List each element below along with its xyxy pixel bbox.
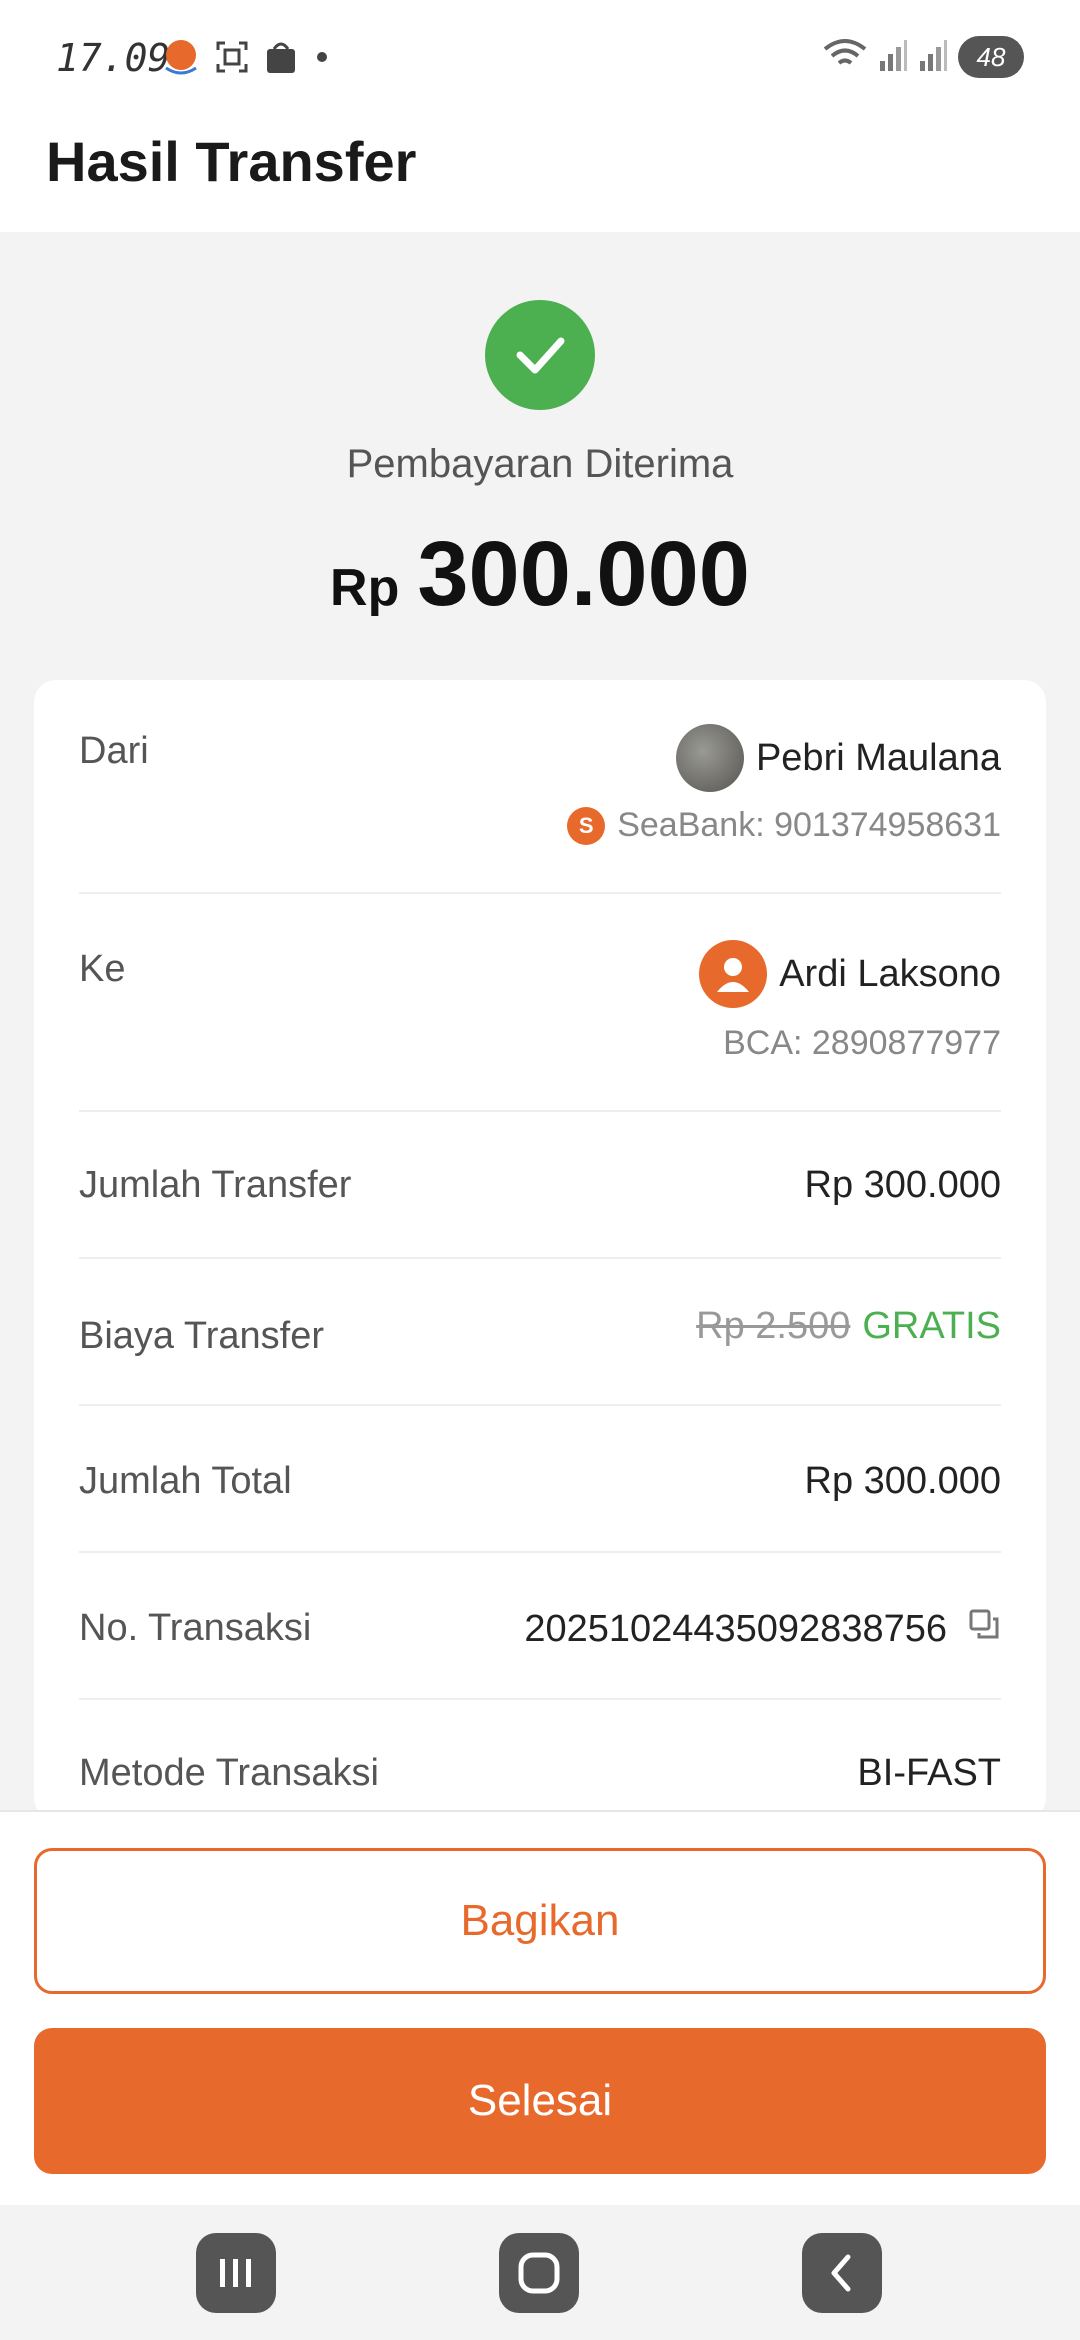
transaction-method-label: Metode Transaksi (79, 1752, 379, 1794)
recipient-name: Ardi Laksono (779, 952, 1001, 995)
to-label: Ke (79, 948, 126, 990)
signal-icon-1 (878, 37, 908, 78)
system-icons: 48 (822, 36, 1024, 78)
status-bar: 17.09 48 (0, 0, 1080, 115)
total-value: Rp 300.000 (804, 1460, 1002, 1502)
recent-apps-button[interactable] (196, 2233, 276, 2313)
success-check-icon (485, 300, 595, 410)
transaction-method-value: BI-FAST (857, 1752, 1001, 1794)
bottom-action-panel: Bagikan Selesai (0, 1810, 1080, 2205)
dot-icon (312, 47, 332, 72)
amount-currency: Rp (330, 559, 400, 617)
transaction-number-group: 20251024435092838756 (524, 1607, 1001, 1651)
recipient-account: BCA: 2890877977 (723, 1024, 1001, 1062)
from-label: Dari (79, 730, 149, 772)
row-transaction-number: No. Transaksi 20251024435092838756 (79, 1553, 1001, 1700)
home-button[interactable] (499, 2233, 579, 2313)
free-fee-badge: GRATIS (862, 1305, 1001, 1347)
amount-display: Rp 300.000 (0, 522, 1080, 627)
transaction-number-label: No. Transaksi (79, 1607, 312, 1649)
row-from: Dari Pebri Maulana S SeaBank: 9013749586… (79, 680, 1001, 894)
to-name-group: Ardi Laksono (699, 940, 1001, 1008)
back-button[interactable] (802, 2233, 882, 2313)
copy-icon[interactable] (967, 1607, 1001, 1651)
transfer-fee-group: Rp 2.500 GRATIS (696, 1305, 1001, 1348)
row-transfer-amount: Jumlah Transfer Rp 300.000 (79, 1112, 1001, 1259)
wifi-icon (822, 37, 868, 78)
share-button[interactable]: Bagikan (34, 1848, 1046, 1994)
from-name-group: Pebri Maulana (675, 724, 1001, 792)
seabank-notification-icon (162, 38, 200, 81)
sender-account: SeaBank: 901374958631 (617, 806, 1001, 844)
row-to: Ke Ardi Laksono BCA: 2890877977 (79, 894, 1001, 1112)
sender-name: Pebri Maulana (755, 736, 1001, 779)
seabank-icon: S (567, 806, 606, 845)
header: Hasil Transfer (0, 115, 1080, 232)
transfer-result-summary: Pembayaran Diterima Rp 300.000 (0, 232, 1080, 682)
status-time: 17.09 (56, 36, 171, 80)
from-account-group: S SeaBank: 901374958631 (567, 806, 1001, 845)
system-navigation-bar (0, 2205, 1080, 2340)
total-label: Jumlah Total (79, 1460, 292, 1502)
row-total: Jumlah Total Rp 300.000 (79, 1406, 1001, 1553)
screenshot-icon (214, 39, 250, 80)
transfer-amount-label: Jumlah Transfer (79, 1164, 352, 1206)
recipient-avatar-icon (699, 940, 768, 1008)
shopee-icon (264, 39, 298, 80)
notification-icons (162, 38, 332, 81)
page-title: Hasil Transfer (46, 130, 417, 193)
transfer-fee-label: Biaya Transfer (79, 1315, 324, 1357)
signal-icon-2 (918, 37, 948, 78)
transaction-details-card[interactable]: Dari Pebri Maulana S SeaBank: 9013749586… (34, 680, 1046, 1820)
row-transfer-fee: Biaya Transfer Rp 2.500 GRATIS (79, 1259, 1001, 1406)
transfer-amount-value: Rp 300.000 (804, 1164, 1002, 1206)
sender-avatar (675, 724, 744, 792)
transaction-number-value: 20251024435092838756 (524, 1607, 947, 1650)
amount-value: 300.000 (417, 523, 750, 625)
payment-status: Pembayaran Diterima (346, 442, 734, 486)
done-button[interactable]: Selesai (34, 2028, 1046, 2174)
original-fee: Rp 2.500 (696, 1305, 851, 1347)
battery-indicator: 48 (958, 36, 1024, 78)
